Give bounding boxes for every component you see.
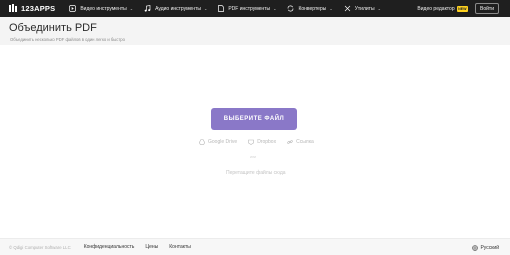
drop-zone-hint: Перетащите файлы сюда [226, 170, 286, 176]
chevron-down-icon: ⌄ [273, 6, 277, 11]
google-drive-icon [199, 139, 205, 145]
tools-icon [344, 5, 350, 12]
globe-icon [472, 244, 479, 251]
video-editor-link[interactable]: Видео редактор NEW [417, 5, 468, 12]
nav-video-tools-label: Видео инструменты [80, 5, 127, 12]
or-divider: или [250, 155, 256, 159]
page-header: Объединить PDF Объединить несколько PDF … [0, 17, 510, 45]
dropbox-icon [248, 139, 254, 145]
video-editor-label: Видео редактор [417, 5, 455, 12]
chevron-down-icon: ⌄ [377, 6, 381, 11]
refresh-icon [288, 5, 294, 12]
footer-link-pricing[interactable]: Цены [145, 244, 158, 250]
music-icon [144, 5, 151, 12]
chevron-down-icon: ⌄ [129, 6, 134, 11]
page-subtitle: Объединить несколько PDF файлов в один л… [10, 37, 125, 42]
main-nav: Видео инструменты ⌄ Аудио инструменты ⌄ … [69, 5, 392, 12]
choose-file-button[interactable]: ВЫБЕРИТЕ ФАЙЛ [211, 108, 297, 130]
new-badge: NEW [456, 5, 468, 12]
page-title: Объединить PDF [9, 22, 97, 34]
nav-converters[interactable]: Конвертеры ⌄ [287, 5, 333, 12]
link-label: Ссылка [296, 139, 314, 145]
nav-video-tools[interactable]: Видео инструменты ⌄ [69, 5, 133, 12]
document-icon [218, 5, 225, 12]
link-icon [287, 140, 293, 144]
google-drive-label: Google Drive [208, 139, 238, 145]
nav-converters-label: Конвертеры [298, 5, 327, 12]
logo-icon [9, 4, 19, 13]
logo[interactable]: 123APPS [9, 4, 55, 13]
footer-link-privacy[interactable]: Конфиденциальность [84, 244, 135, 250]
chevron-down-icon: ⌄ [203, 6, 208, 11]
upload-sources: Google Drive Dropbox Ссылка [199, 139, 325, 145]
footer: © Qdigi Computer Software LLC Конфиденци… [0, 238, 510, 255]
topbar-right: Видео редактор NEW Войти [417, 0, 499, 17]
nav-utilities[interactable]: Утилиты ⌄ [344, 5, 381, 12]
video-icon [69, 5, 77, 12]
chevron-down-icon: ⌄ [329, 6, 333, 11]
link-button[interactable]: Ссылка [287, 139, 314, 145]
google-drive-button[interactable]: Google Drive [199, 139, 237, 145]
copyright: © Qdigi Computer Software LLC [9, 244, 71, 250]
dropbox-label: Dropbox [257, 139, 277, 145]
top-navigation-bar: 123APPS Видео инструменты ⌄ Аудио инстру… [0, 0, 510, 17]
nav-pdf-tools-label: PDF инструменты [228, 5, 271, 12]
login-button[interactable]: Войти [475, 3, 499, 14]
language-label: Русский [480, 244, 499, 251]
nav-pdf-tools[interactable]: PDF инструменты ⌄ [218, 5, 276, 12]
dropbox-button[interactable]: Dropbox [248, 139, 276, 145]
footer-link-contacts[interactable]: Контакты [169, 244, 191, 250]
language-selector[interactable]: Русский [472, 239, 499, 255]
nav-utilities-label: Утилиты [354, 5, 375, 12]
nav-audio-tools-label: Аудио инструменты [155, 5, 201, 12]
logo-text: 123APPS [21, 4, 56, 13]
nav-audio-tools[interactable]: Аудио инструменты ⌄ [144, 5, 207, 12]
